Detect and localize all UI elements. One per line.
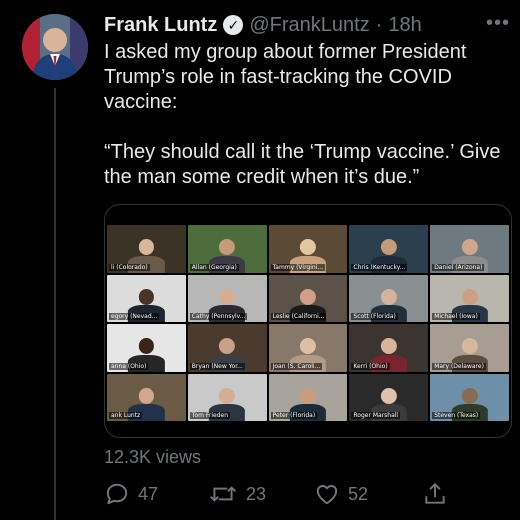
participant-name-label: egory (Nevad... [109, 313, 160, 320]
participant-tile: Steven (Texas) [430, 373, 509, 421]
reply-count: 47 [138, 483, 159, 504]
author-handle[interactable]: @FrankLuntz [249, 14, 369, 37]
participant-name-label: Scott (Florida) [351, 313, 398, 320]
tweet-timestamp[interactable]: 18h [388, 14, 421, 37]
participant-tile: Allan (Georgia) [187, 225, 267, 273]
avatar-image [22, 14, 88, 80]
participant-tile: Tom Frieden [187, 373, 267, 421]
participant-name-label: ank Luntz [109, 412, 143, 419]
tweet-text: I asked my group about former President … [104, 41, 501, 188]
participant-name-label: Leslie (Californi... [270, 313, 327, 320]
participant-tile: Kerri (Ohio) [349, 324, 429, 372]
participant-tile: Roger Marshall [349, 373, 429, 421]
retweet-icon [209, 486, 237, 502]
author-name[interactable]: Frank Luntz [104, 14, 217, 37]
participant-name-label: li (Colorado) [109, 263, 150, 271]
participant-tile: li (Colorado) [107, 225, 186, 273]
participant-name-label: Daniel (Arizona) [432, 263, 485, 271]
participant-name-label: Michael (Iowa) [432, 313, 480, 320]
participant-tile: Cathy (Pennsylv... [187, 274, 267, 322]
participant-name-label: Kerri (Ohio) [351, 362, 390, 370]
like-icon [316, 485, 338, 505]
participant-tile: anna (Ohio) [107, 324, 186, 372]
participant-name-label: Joan (S. Caroli... [270, 362, 323, 370]
participant-name-label: Bryan (New Yor... [189, 362, 245, 370]
participant-name-label: Cathy (Pennsylv... [189, 313, 248, 320]
participant-name-label: Mary (Delaware) [432, 362, 486, 370]
participant-tile: Peter (Florida) [268, 373, 348, 421]
thread-connector-line [54, 88, 56, 520]
participant-name-label: Chris (Kentucky... [351, 263, 408, 271]
retweet-count: 23 [246, 483, 267, 504]
reply-icon [106, 483, 128, 505]
tweet-media-image[interactable]: li (Colorado) Allan (Georgia) Tammy (Virgi… [104, 204, 512, 438]
separator-dot: · [375, 13, 383, 36]
participant-tile: Joan (S. Caroli... [268, 324, 348, 372]
participant-tile: Mary (Delaware) [430, 324, 509, 372]
participant-tile: Tammy (Virgini... [268, 225, 348, 273]
avatar[interactable] [22, 14, 88, 80]
reply-button[interactable]: 47 [104, 480, 158, 508]
view-count[interactable]: 12.3K views [104, 447, 201, 468]
verified-icon: ✓ [223, 15, 244, 35]
participant-tile: Daniel (Arizona) [430, 225, 509, 273]
share-button[interactable] [422, 480, 448, 508]
like-count: 52 [348, 483, 369, 504]
participant-name-label: Roger Marshall [351, 412, 401, 419]
participant-name-label: Peter (Florida) [270, 412, 318, 419]
tweet-header: Frank Luntz ✓ @FrankLuntz · 18h [104, 12, 504, 38]
video-call-grid: li (Colorado) Allan (Georgia) Tammy (Virgi… [105, 225, 511, 421]
participant-name-label: Allan (Georgia) [189, 263, 239, 271]
participant-name-label: anna (Ohio) [109, 362, 149, 370]
participant-tile: Leslie (Californi... [268, 274, 348, 322]
participant-tile: Chris (Kentucky... [349, 225, 429, 273]
participant-tile: Scott (Florida) [349, 274, 429, 322]
participant-tile: Bryan (New Yor... [187, 324, 267, 372]
action-bar: 47 23 52 [104, 480, 504, 508]
more-options-icon[interactable]: ••• [486, 12, 510, 35]
participant-name-label: Steven (Texas) [432, 412, 481, 419]
retweet-button[interactable]: 23 [208, 480, 266, 508]
participant-tile: ank Luntz [107, 373, 186, 421]
like-button[interactable]: 52 [314, 480, 368, 508]
participant-name-label: Tammy (Virgini... [270, 263, 326, 271]
participant-tile: egory (Nevad... [107, 274, 186, 322]
share-icon [425, 482, 445, 504]
participant-tile: Michael (Iowa) [430, 274, 509, 322]
participant-name-label: Tom Frieden [189, 412, 231, 419]
